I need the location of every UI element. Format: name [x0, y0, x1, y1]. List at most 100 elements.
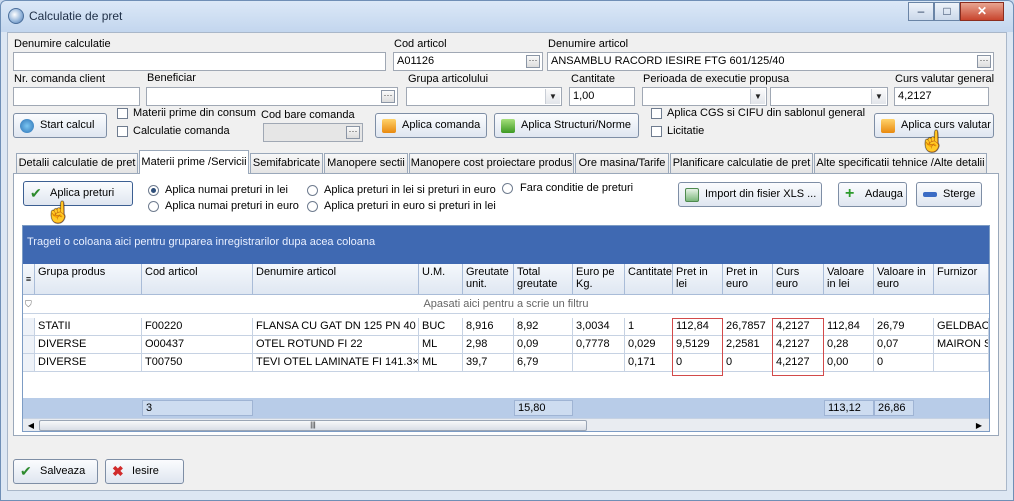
- col-valoare-euro[interactable]: Valoare in euro: [874, 264, 934, 295]
- row-indicator[interactable]: [23, 336, 35, 354]
- col-furnizor[interactable]: Furnizor: [934, 264, 989, 295]
- import-xls-button[interactable]: Import din fisier XLS ...: [678, 182, 822, 207]
- radio-preturi-lei[interactable]: [148, 185, 159, 196]
- table-row[interactable]: DIVERSE T00750 TEVI OTEL LAMINATE FI 141.3…: [23, 354, 989, 372]
- beneficiar-input[interactable]: ···: [146, 87, 398, 106]
- cod-articol-input[interactable]: A01126 ···: [393, 52, 543, 71]
- table-cell[interactable]: 0: [874, 354, 934, 372]
- col-pret-lei[interactable]: Pret in lei: [673, 264, 723, 295]
- row-indicator[interactable]: [23, 318, 35, 336]
- scroll-right-icon[interactable]: ▶: [973, 420, 985, 431]
- table-cell[interactable]: 0,09: [514, 336, 573, 354]
- cod-articol-browse-button[interactable]: ···: [526, 55, 540, 68]
- table-cell[interactable]: T00750: [142, 354, 253, 372]
- minimize-button[interactable]: –: [908, 2, 934, 21]
- table-row[interactable]: STATII F00220 FLANSA CU GAT DN 125 PN 40 BU…: [23, 318, 989, 336]
- tab-materii-prime[interactable]: Materii prime /Servicii: [139, 150, 249, 174]
- column-chooser-icon[interactable]: ≡: [23, 264, 35, 295]
- tab-planificare[interactable]: Planificare calculatie de pret: [670, 153, 813, 173]
- table-cell[interactable]: F00220: [142, 318, 253, 336]
- table-cell[interactable]: TEVI OTEL LAMINATE FI 141.3×: [253, 354, 419, 372]
- materii-prime-consum-checkbox[interactable]: [117, 108, 128, 119]
- table-cell[interactable]: 26,79: [874, 318, 934, 336]
- scroll-left-icon[interactable]: ◀: [25, 420, 37, 431]
- table-cell[interactable]: 0,171: [625, 354, 673, 372]
- table-cell[interactable]: 8,92: [514, 318, 573, 336]
- perioada-end-select[interactable]: ▼: [770, 87, 888, 106]
- table-cell[interactable]: 0: [723, 354, 773, 372]
- table-cell[interactable]: 3,0034: [573, 318, 625, 336]
- col-pret-euro[interactable]: Pret in euro: [723, 264, 773, 295]
- cod-bare-browse-button[interactable]: ···: [346, 126, 360, 139]
- radio-preturi-euro[interactable]: [148, 201, 159, 212]
- radio-lei-si-euro[interactable]: [307, 185, 318, 196]
- table-cell[interactable]: DIVERSE: [35, 354, 142, 372]
- col-greutate-unit[interactable]: Greutate unit.: [463, 264, 514, 295]
- licitatie-checkbox[interactable]: [651, 126, 662, 137]
- calendar-dropdown-icon[interactable]: ▼: [750, 89, 765, 104]
- group-panel[interactable]: Trageti o coloana aici pentru gruparea i…: [23, 226, 989, 264]
- radio-euro-si-lei[interactable]: [307, 201, 318, 212]
- calculatie-comanda-checkbox[interactable]: [117, 126, 128, 137]
- table-cell[interactable]: 26,7857: [723, 318, 773, 336]
- table-cell[interactable]: BUC: [419, 318, 463, 336]
- table-cell[interactable]: 0,7778: [573, 336, 625, 354]
- col-cod-articol[interactable]: Cod articol: [142, 264, 253, 295]
- adauga-button[interactable]: + Adauga: [838, 182, 907, 207]
- table-cell[interactable]: FLANSA CU GAT DN 125 PN 40: [253, 318, 419, 336]
- aplica-structuri-button[interactable]: Aplica Structuri/Norme: [494, 113, 639, 138]
- col-curs-euro[interactable]: Curs euro: [773, 264, 824, 295]
- perioada-start-select[interactable]: ▼: [642, 87, 767, 106]
- aplica-cgs-checkbox[interactable]: [651, 108, 662, 119]
- curs-valutar-input[interactable]: 4,2127: [894, 87, 989, 106]
- chevron-down-icon[interactable]: ▼: [545, 89, 560, 104]
- denumire-articol-browse-button[interactable]: ···: [977, 55, 991, 68]
- filter-row[interactable]: ⛉ Apasati aici pentru a scrie un filtru: [23, 295, 989, 314]
- scroll-thumb[interactable]: |||: [39, 420, 587, 431]
- close-button[interactable]: ✕: [960, 2, 1004, 21]
- denumire-calculatie-input[interactable]: [13, 52, 386, 71]
- col-um[interactable]: U.M.: [419, 264, 463, 295]
- iesire-button[interactable]: ✖ Iesire: [105, 459, 184, 484]
- aplica-comanda-button[interactable]: Aplica comanda: [375, 113, 487, 138]
- table-cell[interactable]: 0,07: [874, 336, 934, 354]
- table-cell[interactable]: 2,98: [463, 336, 514, 354]
- radio-fara-conditie[interactable]: [502, 183, 513, 194]
- grupa-articolului-select[interactable]: ▼: [406, 87, 562, 106]
- col-total-greutate[interactable]: Total greutate: [514, 264, 573, 295]
- tab-detalii-calculatie[interactable]: Detalii calculatie de pret: [16, 153, 138, 173]
- table-cell[interactable]: STATII: [35, 318, 142, 336]
- table-row[interactable]: DIVERSE O00437 OTEL ROTUND FI 22 ML 2,98 0,09…: [23, 336, 989, 354]
- col-cantitate[interactable]: Cantitate: [625, 264, 673, 295]
- cantitate-input[interactable]: 1,00: [569, 87, 635, 106]
- table-cell[interactable]: O00437: [142, 336, 253, 354]
- table-cell[interactable]: [573, 354, 625, 372]
- table-cell[interactable]: ML: [419, 336, 463, 354]
- tab-semifabricate[interactable]: Semifabricate: [250, 153, 323, 173]
- sterge-button[interactable]: Sterge: [916, 182, 982, 207]
- row-indicator[interactable]: [23, 354, 35, 372]
- denumire-articol-input[interactable]: ANSAMBLU RACORD IESIRE FTG 601/125/40 ···: [547, 52, 994, 71]
- salveaza-button[interactable]: ✔ Salveaza: [13, 459, 98, 484]
- table-cell[interactable]: 8,916: [463, 318, 514, 336]
- tab-alte-specificatii[interactable]: Alte specificatii tehnice /Alte detalii: [814, 153, 987, 173]
- table-cell[interactable]: 39,7: [463, 354, 514, 372]
- start-calcul-button[interactable]: Start calcul: [13, 113, 107, 138]
- beneficiar-browse-button[interactable]: ···: [381, 90, 395, 103]
- maximize-button[interactable]: □: [934, 2, 960, 21]
- table-cell[interactable]: 0,28: [824, 336, 874, 354]
- cod-bare-input[interactable]: ···: [263, 123, 363, 142]
- col-grupa-produs[interactable]: Grupa produs: [35, 264, 142, 295]
- table-cell[interactable]: ML: [419, 354, 463, 372]
- calendar-dropdown-icon[interactable]: ▼: [871, 89, 886, 104]
- table-cell[interactable]: 0,00: [824, 354, 874, 372]
- table-cell[interactable]: DIVERSE: [35, 336, 142, 354]
- col-denumire-articol[interactable]: Denumire articol: [253, 264, 419, 295]
- table-cell[interactable]: GELDBACH: [934, 318, 989, 336]
- tab-manopere-sectii[interactable]: Manopere sectii: [324, 153, 408, 173]
- table-cell[interactable]: OTEL ROTUND FI 22: [253, 336, 419, 354]
- col-valoare-lei[interactable]: Valoare in lei: [824, 264, 874, 295]
- table-cell[interactable]: [934, 354, 989, 372]
- table-cell[interactable]: 112,84: [824, 318, 874, 336]
- col-euro-pe-kg[interactable]: Euro pe Kg.: [573, 264, 625, 295]
